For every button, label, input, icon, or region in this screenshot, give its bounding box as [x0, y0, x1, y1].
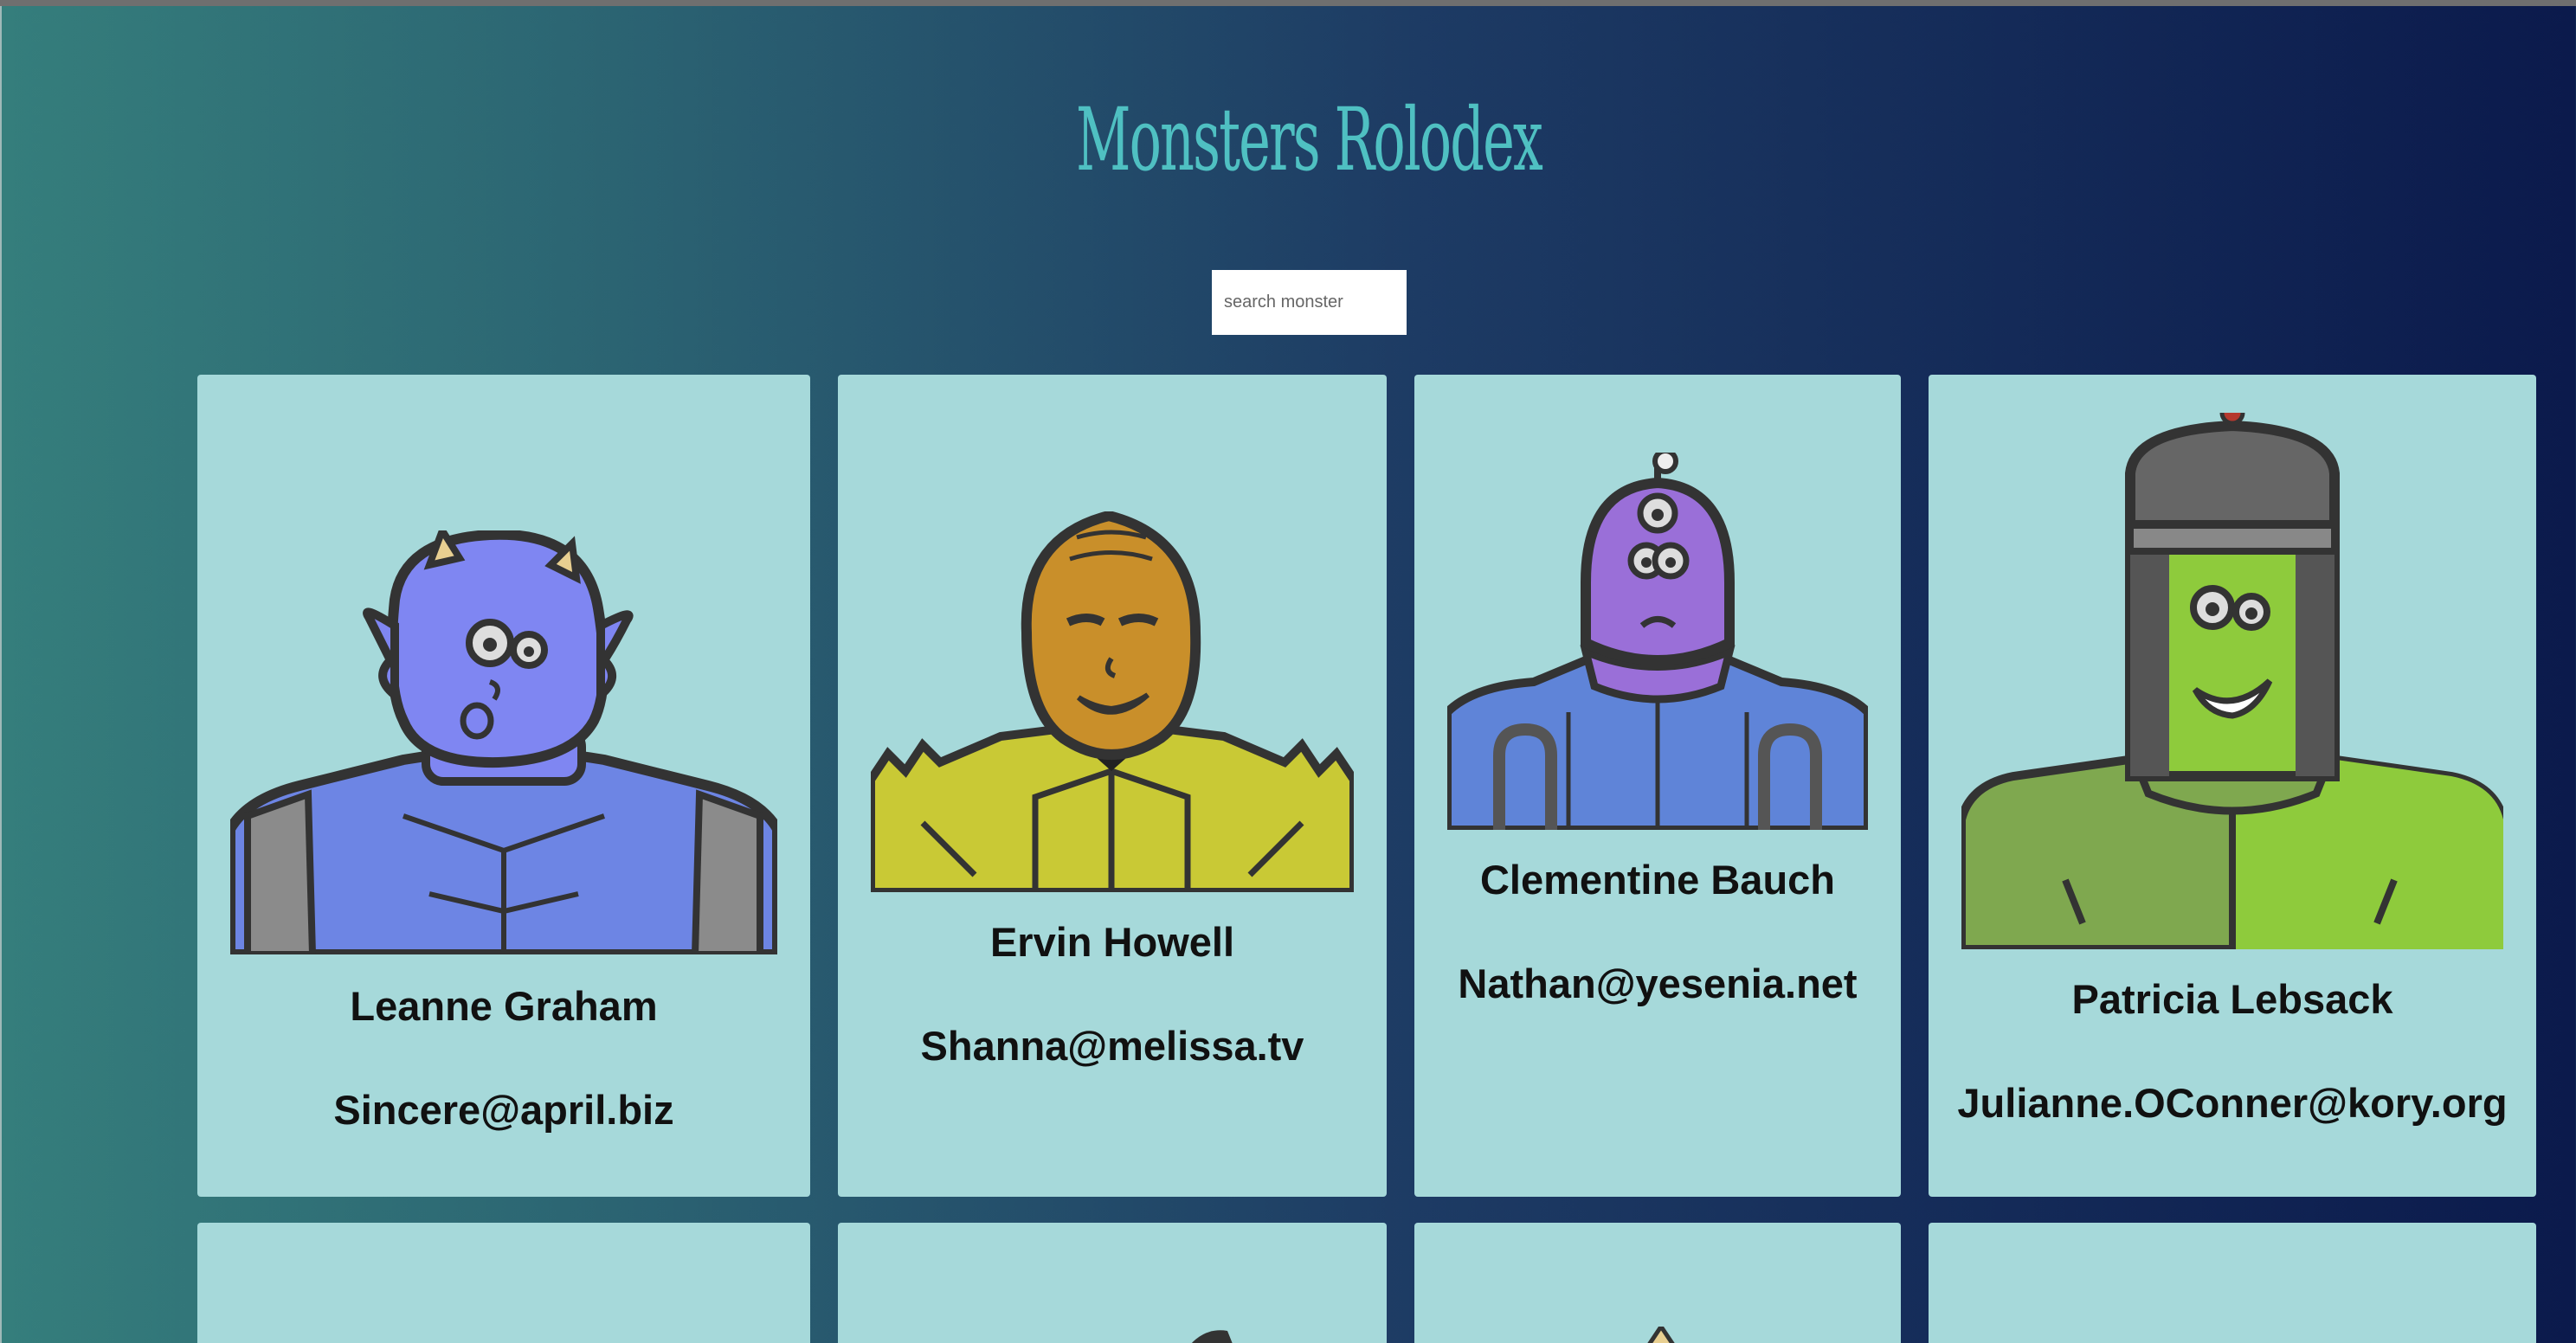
monster-card[interactable] [838, 1223, 1387, 1343]
monster-name: Clementine Bauch [1479, 857, 1836, 903]
monster-card[interactable]: Leanne Graham Sincere@april.biz [197, 375, 810, 1197]
monster-email: Shanna@melissa.tv [920, 1023, 1304, 1069]
monster-card[interactable] [1414, 1223, 1901, 1343]
gold-mask-monster-icon [871, 511, 1354, 892]
monster-ear-icon [1191, 1330, 1233, 1343]
monster-email: Sincere@april.biz [333, 1087, 674, 1133]
monster-card[interactable] [1929, 1223, 2536, 1343]
horned-monster-icon [230, 530, 777, 954]
monster-email: Nathan@yesenia.net [1458, 961, 1858, 1006]
cyclops-robot-monster-icon [1447, 453, 1868, 830]
window-top-border [0, 0, 2576, 6]
monster-email: Julianne.OConner@kory.org [1957, 1080, 2508, 1126]
monster-card[interactable]: Patricia Lebsack Julianne.OConner@kory.o… [1929, 375, 2536, 1197]
monster-name: Ervin Howell [989, 919, 1235, 965]
page-title: Monsters Rolodex [1075, 89, 1543, 190]
monster-card[interactable]: Ervin Howell Shanna@melissa.tv [838, 375, 1387, 1197]
search-input[interactable] [1212, 270, 1407, 335]
monster-name: Patricia Lebsack [2071, 976, 2393, 1022]
monster-card[interactable] [197, 1223, 810, 1343]
monster-name: Leanne Graham [350, 983, 658, 1029]
window-left-border [0, 6, 2, 1343]
monster-card[interactable]: Clementine Bauch Nathan@yesenia.net [1414, 375, 1901, 1197]
monster-horn-icon [1647, 1327, 1675, 1343]
frankenstein-monster-icon [1961, 413, 2503, 949]
